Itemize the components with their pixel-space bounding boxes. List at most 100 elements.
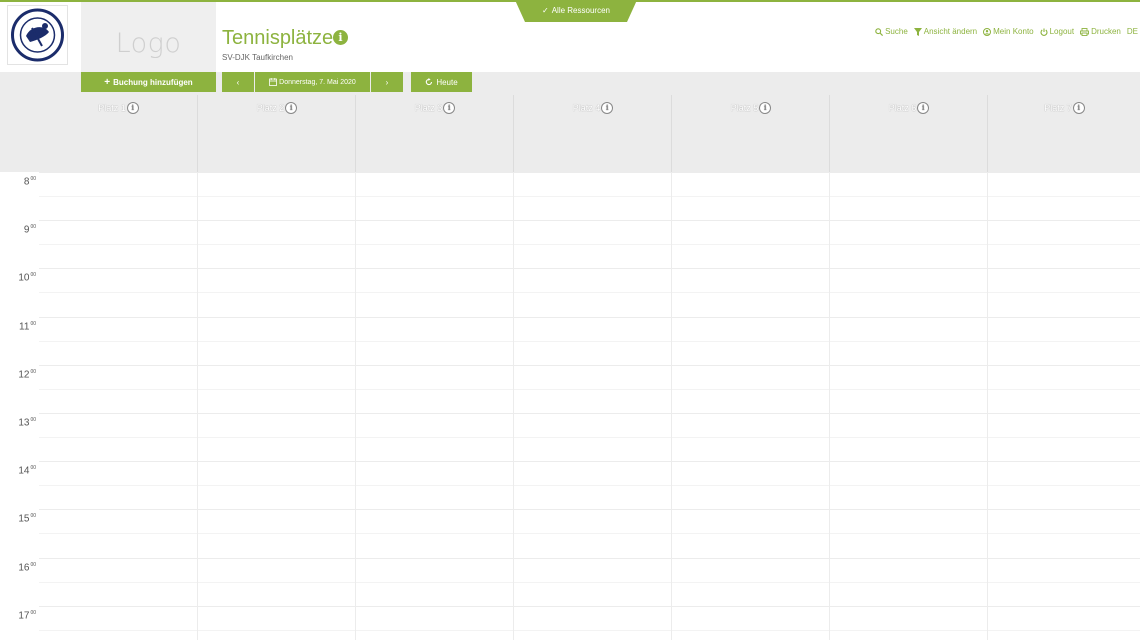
nav-language[interactable]: DE [1127, 27, 1138, 36]
minute-suffix: 00 [30, 513, 36, 519]
court-info-icon[interactable]: i [918, 103, 929, 113]
court-label: Platz 5i [672, 103, 829, 113]
court-info-icon[interactable]: i [760, 103, 771, 113]
next-day-button[interactable]: › [371, 72, 403, 92]
search-icon [875, 27, 884, 36]
hour-label: 1000 [18, 272, 36, 284]
current-date: Donnerstag, 7. Mai 2020 [279, 78, 356, 86]
nav-search[interactable]: Suche [875, 27, 908, 36]
calendar-icon [269, 78, 278, 86]
court-label: Platz 6i [830, 103, 987, 113]
court-name: Platz 5 [730, 103, 759, 113]
nav-logout[interactable]: Logout [1040, 27, 1074, 36]
top-navigation: Suche Ansicht ändern Mein Konto Logout D… [875, 27, 1138, 36]
page-subtitle: SV-DJK Taufkirchen [222, 53, 293, 62]
half-hour-line [39, 341, 1140, 342]
page-title: Tennisplätze [222, 27, 334, 49]
hour-label: 800 [23, 176, 36, 188]
court-name: Platz 2 [256, 103, 285, 113]
court-header[interactable]: Platz 4i [513, 95, 671, 172]
hour-line [39, 413, 1140, 414]
minute-suffix: 00 [30, 321, 36, 327]
court-info-icon[interactable]: i [286, 103, 297, 113]
court-header[interactable]: Platz 5i [671, 95, 829, 172]
add-booking-button[interactable]: + Buchung hinzufügen [81, 72, 216, 92]
print-icon [1080, 27, 1090, 36]
court-label: Platz 7i [988, 103, 1140, 113]
court-label: Platz 4i [514, 103, 671, 113]
nav-print[interactable]: Drucken [1080, 27, 1121, 36]
hour-label: 1100 [19, 321, 36, 333]
minute-suffix: 00 [30, 272, 36, 278]
minute-suffix: 00 [30, 176, 36, 182]
hour-label: 1300 [18, 417, 36, 429]
half-hour-line [39, 437, 1140, 438]
half-hour-line [39, 244, 1140, 245]
court-name: Platz 6 [888, 103, 917, 113]
today-button[interactable]: Heute [411, 72, 472, 92]
date-picker-button[interactable]: Donnerstag, 7. Mai 2020 [255, 72, 370, 92]
half-hour-line [39, 533, 1140, 534]
previous-day-button[interactable]: ‹ [222, 72, 254, 92]
all-resources-tab[interactable]: ✓ Alle Ressourcen [515, 0, 637, 22]
calendar-grid[interactable]: 800 900 1000 1100 1200 1300 1400 1500 1600 1700 [0, 172, 1140, 640]
court-column-divider [197, 172, 198, 640]
hour-line [39, 268, 1140, 269]
minute-suffix: 00 [30, 369, 36, 375]
court-info-icon[interactable]: i [1073, 103, 1084, 113]
court-info-icon[interactable]: i [444, 103, 455, 113]
club-crest-icon [11, 8, 64, 62]
user-icon [983, 27, 992, 36]
hour-label: 1600 [18, 562, 36, 574]
hour-label: 1200 [18, 369, 36, 381]
hour-line [39, 365, 1140, 366]
court-label: Platz 1i [39, 103, 197, 113]
half-hour-line [39, 292, 1140, 293]
half-hour-line [39, 389, 1140, 390]
chevron-left-icon: ‹ [236, 77, 240, 87]
court-name: Platz 3 [414, 103, 443, 113]
court-header[interactable]: Platz 3i [355, 95, 513, 172]
court-column-divider [513, 172, 514, 640]
filter-icon [913, 27, 922, 36]
court-header[interactable]: Platz 1i [39, 95, 197, 172]
plus-icon: + [104, 76, 111, 88]
half-hour-line [39, 485, 1140, 486]
court-label: Platz 3i [356, 103, 513, 113]
chevron-right-icon: › [385, 77, 389, 87]
all-resources-label: ✓ Alle Ressourcen [542, 6, 610, 15]
hour-line [39, 606, 1140, 607]
court-header[interactable]: Platz 6i [829, 95, 987, 172]
minute-suffix: 00 [30, 465, 36, 471]
half-hour-line [39, 196, 1140, 197]
court-info-icon[interactable]: i [602, 103, 613, 113]
court-name: Platz 1 [98, 103, 126, 113]
power-icon [1040, 28, 1048, 36]
info-icon[interactable]: i [333, 30, 348, 45]
club-logo[interactable] [7, 5, 68, 65]
chevron-down-icon: ✓ [542, 6, 549, 15]
hour-label: 1700 [18, 610, 36, 622]
court-name: Platz 7 [1044, 103, 1072, 113]
court-info-icon[interactable]: i [127, 103, 138, 113]
court-column-divider [355, 172, 356, 640]
half-hour-line [39, 582, 1140, 583]
nav-my-account[interactable]: Mein Konto [983, 27, 1034, 36]
hour-line [39, 220, 1140, 221]
hour-label: 900 [23, 224, 36, 236]
hour-line [39, 461, 1140, 462]
hour-line [39, 172, 1140, 173]
hour-line [39, 509, 1140, 510]
hour-line [39, 558, 1140, 559]
hour-label: 1500 [18, 513, 36, 525]
refresh-icon [426, 78, 433, 86]
court-column-divider [987, 172, 988, 640]
logo-placeholder-text: Logo [115, 28, 182, 59]
minute-suffix: 00 [30, 224, 36, 230]
nav-change-view[interactable]: Ansicht ändern [913, 27, 977, 36]
court-header[interactable]: Platz 2i [197, 95, 355, 172]
hour-line [39, 317, 1140, 318]
half-hour-line [39, 630, 1140, 631]
hour-label: 1400 [18, 465, 36, 477]
court-header[interactable]: Platz 7i [987, 95, 1140, 172]
